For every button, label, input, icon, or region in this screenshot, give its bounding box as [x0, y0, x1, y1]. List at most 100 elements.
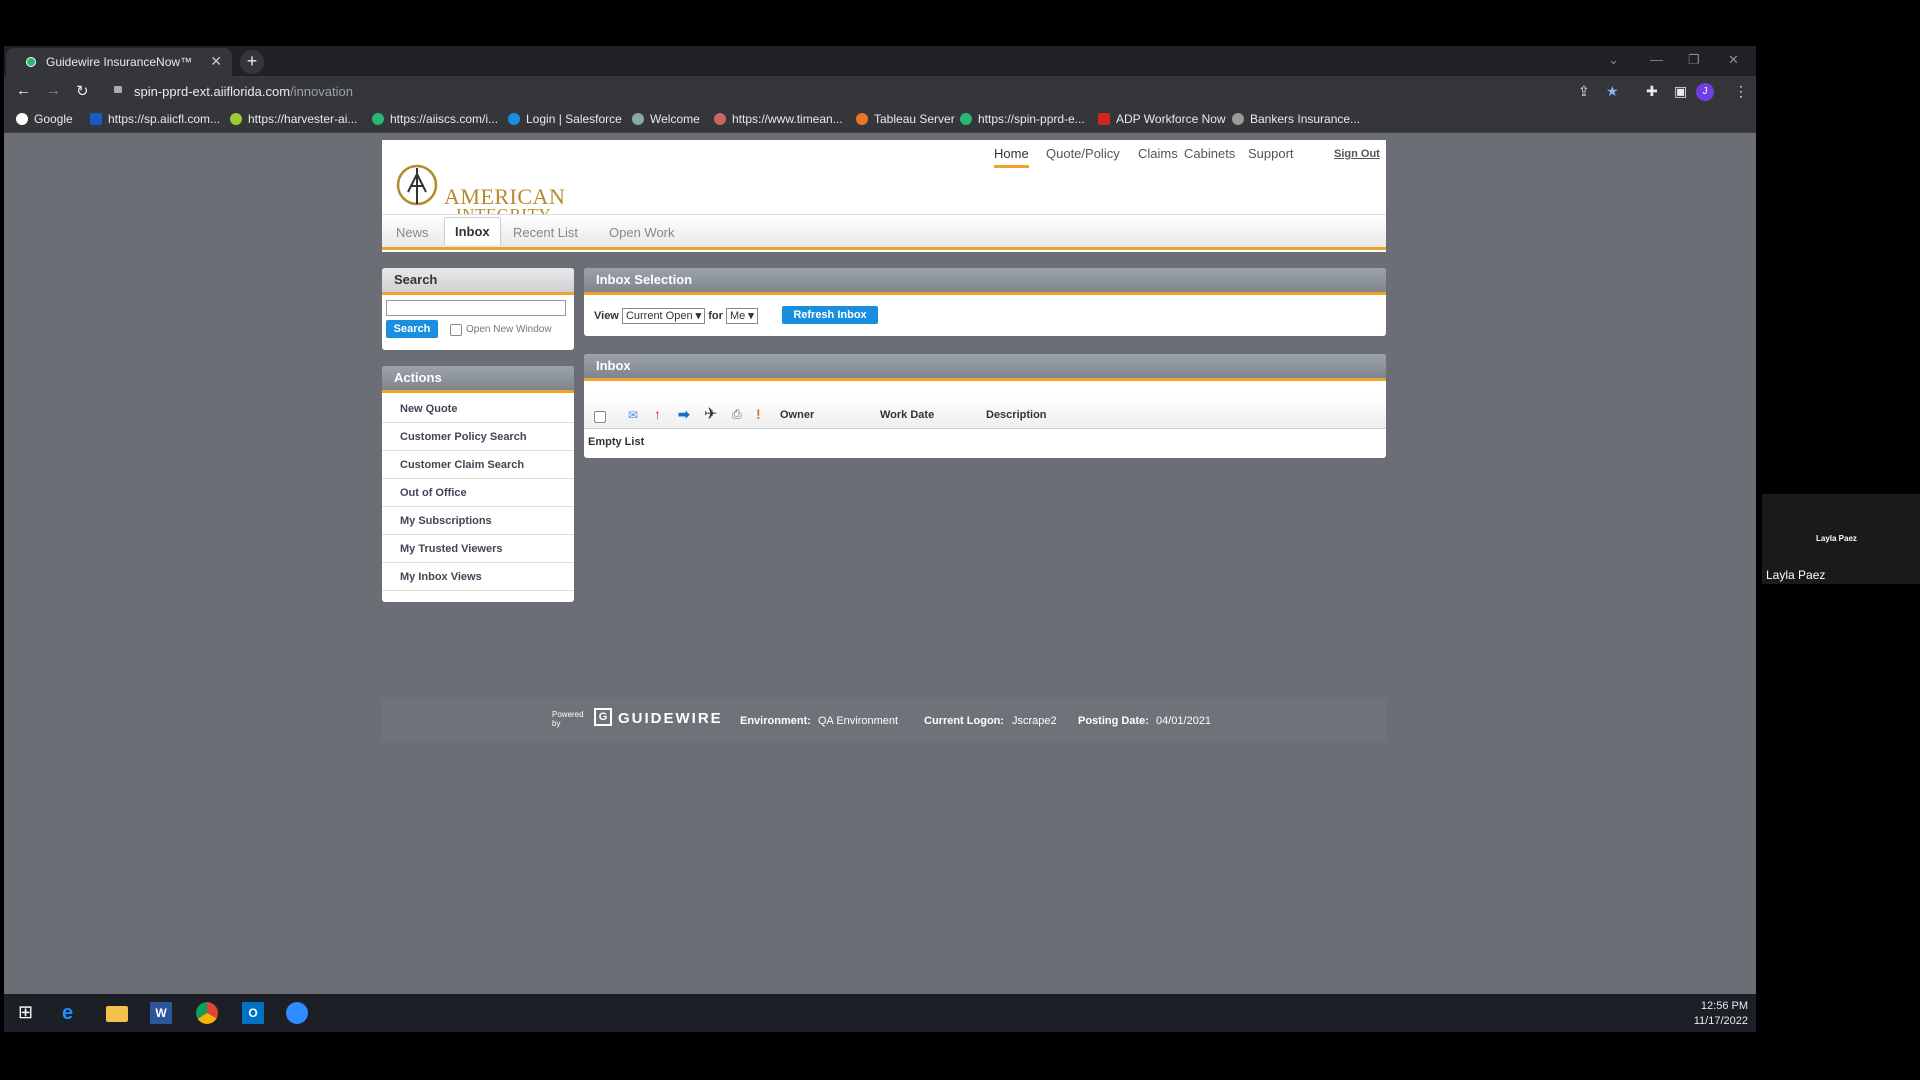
side-panel-icon[interactable]: ▣: [1674, 83, 1687, 100]
browser-tab[interactable]: Guidewire InsuranceNow™ ✕: [6, 48, 232, 76]
action-my-inbox-views[interactable]: My Inbox Views: [382, 563, 574, 591]
sub-tabs: News Inbox Recent List Open Work: [382, 214, 1386, 250]
american-integrity-logo[interactable]: AMERICAN INTEGRITY: [394, 162, 565, 224]
current-logon-label: Current Logon:: [924, 715, 1005, 727]
for-label: for: [708, 309, 723, 322]
tableau-icon: [856, 113, 868, 125]
bookmark-item[interactable]: Welcome: [632, 112, 700, 126]
extensions-icon[interactable]: ✚: [1646, 83, 1658, 100]
refresh-inbox-button[interactable]: Refresh Inbox: [782, 306, 878, 324]
participant-name: Layla Paez: [1766, 568, 1826, 582]
windows-taskbar: ⊞ e W O 12:56 PM 11/17/2022: [4, 994, 1756, 1032]
search-button[interactable]: Search: [386, 320, 438, 338]
bookmark-item[interactable]: Google: [16, 112, 73, 126]
open-new-window-label: Open New Window: [466, 324, 552, 335]
action-my-subscriptions[interactable]: My Subscriptions: [382, 507, 574, 535]
globe-icon: [1232, 113, 1244, 125]
transfer-arrow-icon[interactable]: ➡: [678, 406, 690, 423]
restore-icon[interactable]: ❐: [1688, 52, 1700, 68]
close-tab-icon[interactable]: ✕: [210, 53, 222, 70]
url-host: spin-pprd-ext.aiiflorida.com: [134, 84, 291, 99]
bookmark-star-icon[interactable]: ★: [1606, 83, 1619, 100]
zoom-icon[interactable]: [286, 1002, 308, 1024]
action-customer-claim-search[interactable]: Customer Claim Search: [382, 451, 574, 479]
close-window-icon[interactable]: ✕: [1728, 52, 1739, 68]
nav-quote-policy[interactable]: Quote/Policy: [1046, 146, 1120, 161]
sharepoint-icon: [90, 113, 102, 125]
bookmark-item[interactable]: https://sp.aiicfl.com...: [90, 112, 220, 126]
empty-list-text: Empty List: [588, 436, 645, 448]
system-clock[interactable]: 12:56 PM 11/17/2022: [1694, 999, 1748, 1029]
powered-by-label: Powered by: [552, 710, 584, 728]
participant-video-tile[interactable]: Layla Paez Layla Paez: [1762, 494, 1920, 584]
forward-icon[interactable]: →: [46, 82, 61, 99]
attachment-icon[interactable]: ⎙: [732, 407, 742, 422]
for-select[interactable]: Me ▾: [725, 308, 758, 324]
inbox-selection-controls: View Current Open ▾ for Me ▾: [594, 308, 758, 324]
nav-home[interactable]: Home: [994, 146, 1029, 168]
column-work-date[interactable]: Work Date: [880, 409, 934, 421]
nav-claims[interactable]: Claims: [1138, 146, 1178, 161]
column-description[interactable]: Description: [986, 409, 1047, 421]
bookmark-item[interactable]: https://www.timean...: [714, 112, 843, 126]
envelope-icon[interactable]: ✉: [628, 408, 638, 422]
share-icon[interactable]: ⇪: [1578, 83, 1590, 100]
airplane-icon[interactable]: ✈: [704, 404, 717, 424]
tab-inbox[interactable]: Inbox: [444, 217, 501, 245]
reload-icon[interactable]: ↻: [76, 82, 89, 100]
search-input[interactable]: [386, 300, 566, 316]
tab-news[interactable]: News: [396, 225, 429, 240]
action-customer-policy-search[interactable]: Customer Policy Search: [382, 423, 574, 451]
windows-start-icon[interactable]: ⊞: [18, 1002, 40, 1024]
action-new-quote[interactable]: New Quote: [382, 395, 574, 423]
action-out-of-office[interactable]: Out of Office: [382, 479, 574, 507]
bookmark-item[interactable]: Login | Salesforce: [508, 112, 622, 126]
profile-avatar[interactable]: J: [1696, 83, 1714, 101]
bookmark-item[interactable]: Tableau Server: [856, 112, 955, 126]
actions-panel: Actions New Quote Customer Policy Search…: [382, 366, 574, 602]
view-select[interactable]: Current Open ▾: [621, 308, 706, 324]
guidewire-brand: GUIDEWIRE: [618, 710, 723, 727]
browser-window: Guidewire InsuranceNow™ ✕ + ⌄ — ❐ ✕ ← → …: [4, 46, 1756, 1032]
internet-explorer-icon[interactable]: e: [62, 1002, 84, 1024]
new-tab-button[interactable]: +: [240, 50, 264, 74]
inbox-selection-panel: Inbox Selection View Current Open ▾ for …: [584, 268, 1386, 336]
welcome-icon: [632, 113, 644, 125]
address-bar[interactable]: spin-pprd-ext.aiiflorida.com/innovation: [134, 84, 353, 99]
word-icon[interactable]: W: [150, 1002, 172, 1024]
bookmark-item[interactable]: https://harvester-ai...: [230, 112, 357, 126]
bookmark-item[interactable]: https://aiiscs.com/i...: [372, 112, 498, 126]
menu-icon[interactable]: ⋮: [1734, 83, 1748, 100]
important-icon[interactable]: !: [756, 406, 761, 422]
search-panel: Search Search Open New Window: [382, 268, 574, 350]
column-owner[interactable]: Owner: [780, 409, 814, 421]
action-my-trusted-viewers[interactable]: My Trusted Viewers: [382, 535, 574, 563]
file-explorer-icon[interactable]: [106, 1006, 128, 1022]
minimize-icon[interactable]: —: [1650, 52, 1663, 67]
back-icon[interactable]: ←: [16, 82, 31, 99]
google-icon: [16, 113, 28, 125]
tab-open-work[interactable]: Open Work: [609, 225, 675, 240]
bookmark-item[interactable]: https://spin-pprd-e...: [960, 112, 1085, 126]
app-header: AMERICAN INTEGRITY Home Quote/Policy Cla…: [382, 140, 1386, 252]
search-panel-title: Search: [382, 268, 574, 295]
nav-support[interactable]: Support: [1248, 146, 1294, 161]
open-new-window-checkbox[interactable]: [450, 324, 462, 336]
site-icon: [372, 113, 384, 125]
chrome-icon[interactable]: [196, 1002, 218, 1024]
posting-date-label: Posting Date:: [1078, 715, 1149, 727]
nav-cabinets[interactable]: Cabinets: [1184, 146, 1235, 161]
participant-name-small: Layla Paez: [1816, 534, 1857, 543]
sign-out-link[interactable]: Sign Out: [1334, 148, 1380, 160]
bookmark-item[interactable]: ADP Workforce Now: [1098, 112, 1226, 126]
site-icon: [960, 113, 972, 125]
current-logon-value: Jscrape2: [1012, 715, 1057, 727]
tab-recent-list[interactable]: Recent List: [513, 225, 578, 240]
inbox-panel: Inbox ✉ ↑ ➡ ✈ ⎙ ! Owner Work Date Descri…: [584, 354, 1386, 458]
select-all-checkbox[interactable]: [594, 411, 606, 423]
tab-search-icon[interactable]: ⌄: [1608, 52, 1619, 68]
bookmark-item[interactable]: Bankers Insurance...: [1232, 112, 1360, 126]
priority-up-icon[interactable]: ↑: [654, 406, 661, 422]
outlook-icon[interactable]: O: [242, 1002, 264, 1024]
inbox-title: Inbox: [584, 354, 1386, 381]
